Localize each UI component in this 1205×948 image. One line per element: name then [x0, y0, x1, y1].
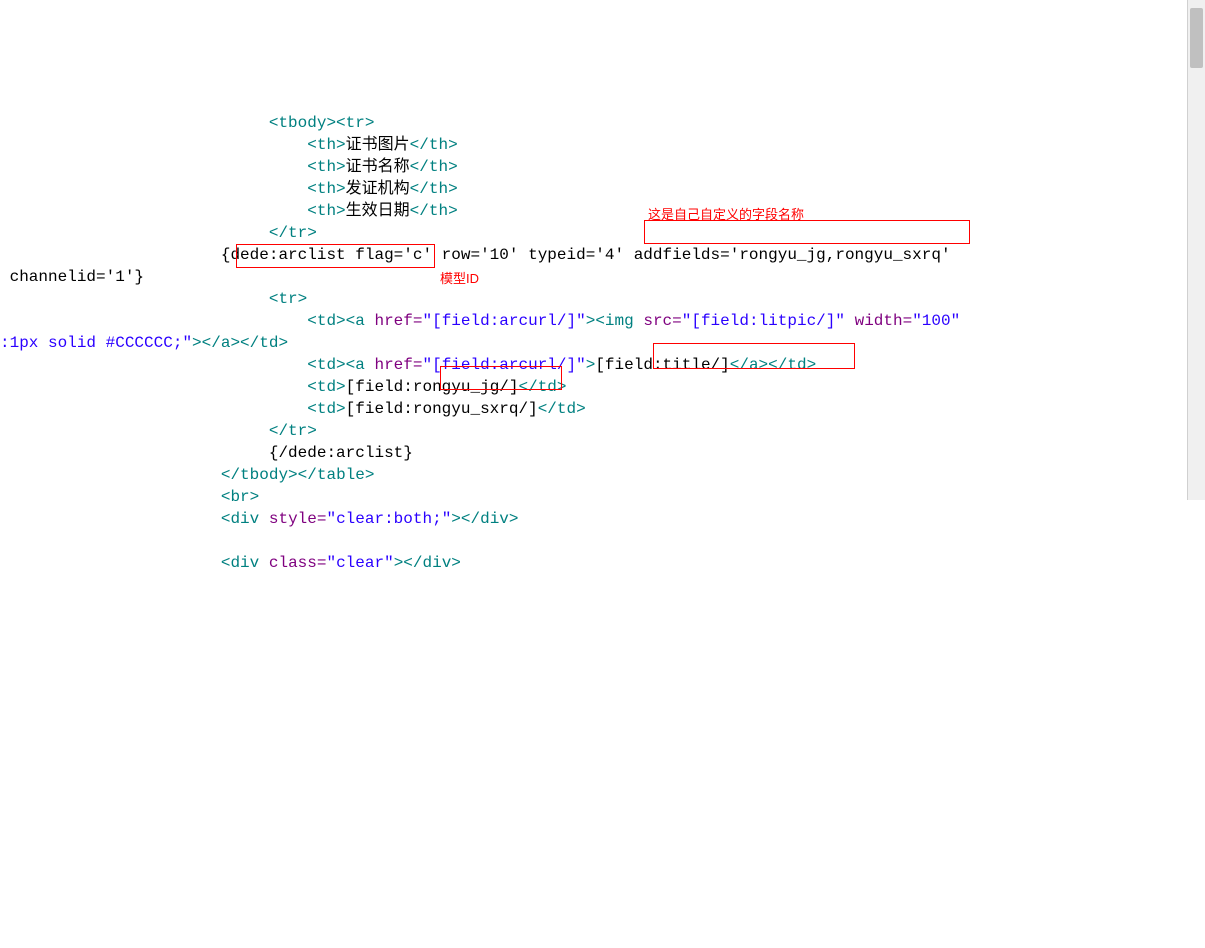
- code-line: [0, 532, 10, 550]
- scrollbar-track[interactable]: [1187, 0, 1205, 500]
- code-line: <td>[field:rongyu_jg/]</td>: [0, 378, 567, 396]
- code-line: {dede:arclist flag='c' row='10' typeid='…: [0, 246, 960, 264]
- code-line: <th>发证机构</th>: [0, 180, 458, 198]
- code-line: <td><a href="[field:arcurl/]"><img src="…: [0, 312, 960, 330]
- code-line: {/dede:arclist}: [0, 444, 413, 462]
- code-line: <div style="clear:both;"></div>: [0, 510, 519, 528]
- scrollbar-thumb[interactable]: [1190, 8, 1203, 68]
- code-line: <tbody><tr>: [0, 114, 374, 132]
- code-line: </tr>: [0, 224, 317, 242]
- code-line: <div class="clear"></div>: [0, 554, 461, 572]
- code-viewer: <tbody><tr> <th>证书图片</th> <th>证书名称</th> …: [0, 88, 1205, 794]
- code-line: <td><a href="[field:arcurl/]">[field:tit…: [0, 356, 816, 374]
- code-line: <tr>: [0, 290, 307, 308]
- code-line: channelid='1'}: [0, 268, 144, 286]
- code-line: <td>[field:rongyu_sxrq/]</td>: [0, 400, 586, 418]
- code-line: :1px solid #CCCCCC;"></a></td>: [0, 334, 288, 352]
- code-line: <th>生效日期</th>: [0, 202, 458, 220]
- annotation-addfields-label: 这是自己自定义的字段名称: [648, 204, 804, 226]
- code-line: </tbody></table>: [0, 466, 374, 484]
- annotation-modelid-label: 模型ID: [440, 268, 479, 290]
- code-line: <br>: [0, 488, 259, 506]
- code-line: <th>证书图片</th>: [0, 136, 458, 154]
- code-line: </tr>: [0, 422, 317, 440]
- code-line: <th>证书名称</th>: [0, 158, 458, 176]
